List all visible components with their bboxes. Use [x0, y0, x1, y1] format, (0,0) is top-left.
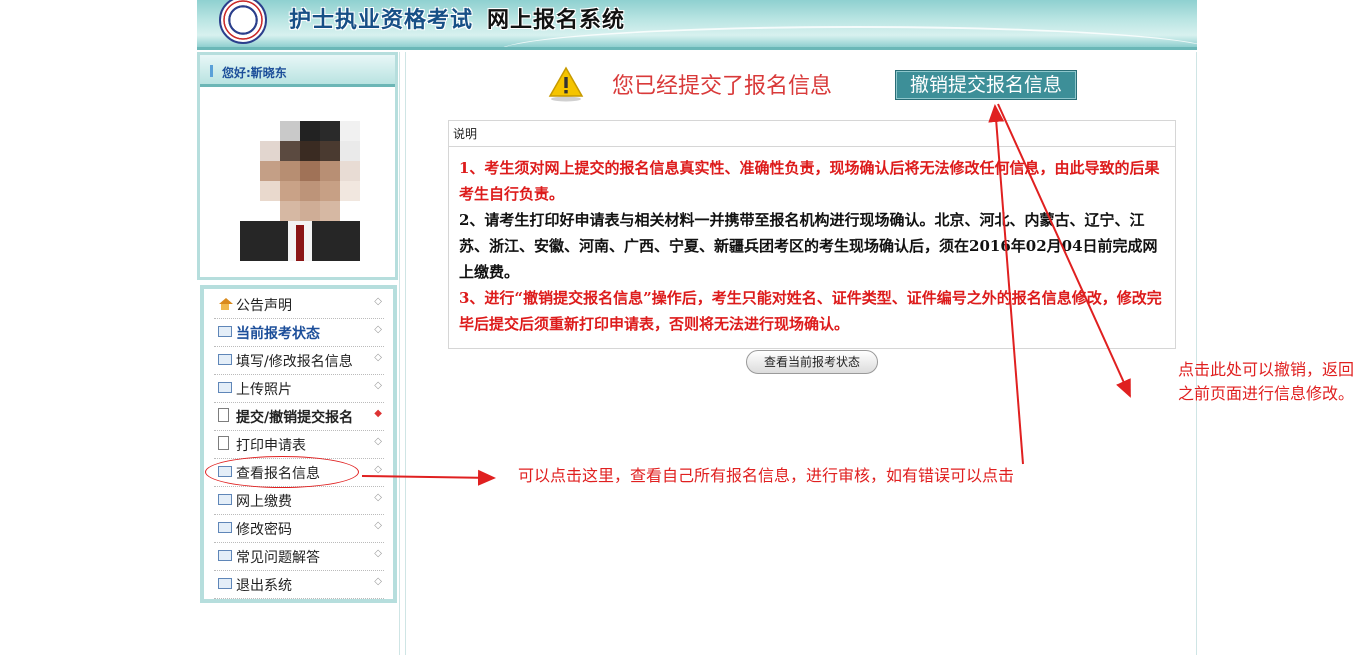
- revoke-submission-button[interactable]: 撤销提交报名信息: [895, 70, 1077, 100]
- menu-item-label: 修改密码: [236, 522, 292, 538]
- menu-item-label: 公告声明: [236, 298, 292, 314]
- menu-item-upload-photo[interactable]: 上传照片 ◇: [214, 375, 384, 403]
- chevron-right-icon: ◇: [374, 548, 382, 559]
- card-icon: [218, 550, 232, 561]
- menu-item-label: 打印申请表: [236, 438, 306, 454]
- instructions-box: 说明 1、考生须对网上提交的报名信息真实性、准确性负责，现场确认后将无法修改任何…: [448, 120, 1176, 349]
- menu-item-submit-revoke[interactable]: 提交/撤销提交报名 ◆: [214, 403, 384, 431]
- home-icon: [218, 298, 233, 310]
- user-greeting: 您好:靳晓东: [222, 66, 287, 80]
- card-icon: [218, 494, 232, 505]
- user-photo: [240, 121, 360, 261]
- menu-item-label: 网上缴费: [236, 494, 292, 510]
- menu-item-logout[interactable]: 退出系统 ◇: [214, 571, 384, 599]
- menu-item-label: 填写/修改报名信息: [236, 354, 353, 370]
- chevron-right-icon: ◇: [374, 576, 382, 587]
- document-icon: [218, 436, 229, 450]
- instructions-header: 说明: [449, 121, 1175, 147]
- warning-icon: [548, 66, 584, 102]
- side-menu: 公告声明 ◇ 当前报考状态 ◇ 填写/修改报名信息 ◇ 上传照片 ◇ 提交/撤销…: [200, 285, 397, 603]
- instructions-title: 说明: [453, 127, 478, 141]
- menu-item-label: 退出系统: [236, 578, 292, 594]
- menu-item-change-password[interactable]: 修改密码 ◇: [214, 515, 384, 543]
- menu-item-print-form[interactable]: 打印申请表 ◇: [214, 431, 384, 459]
- header-banner: 护士执业资格考试 网上报名系统: [197, 0, 1197, 50]
- menu-item-faq[interactable]: 常见问题解答 ◇: [214, 543, 384, 571]
- annotation-right: 点击此处可以撤销，返回之前页面进行信息修改。: [1178, 360, 1355, 403]
- chevron-right-icon: ◇: [374, 296, 382, 307]
- chevron-right-icon: ◇: [374, 520, 382, 531]
- menu-item-current-status[interactable]: 当前报考状态 ◇: [214, 319, 384, 347]
- highlight-circle: [205, 456, 359, 488]
- menu-item-label: 当前报考状态: [236, 326, 320, 342]
- menu-item-fill-info[interactable]: 填写/修改报名信息 ◇: [214, 347, 384, 375]
- card-icon: [218, 522, 232, 533]
- view-status-button[interactable]: 查看当前报考状态: [746, 350, 878, 374]
- user-panel: 您好:靳晓东: [197, 52, 398, 280]
- document-icon: [218, 408, 229, 422]
- card-icon: [218, 354, 232, 365]
- card-icon: [218, 578, 232, 589]
- menu-item-label: 上传照片: [236, 382, 292, 398]
- annotation-left: 可以点击这里，查看自己所有报名信息，进行审核，如有错误可以点击: [518, 466, 1015, 485]
- submitted-message: 您已经提交了报名信息: [612, 74, 833, 99]
- instruction-paragraph-2: 2、请考生打印好申请表与相关材料一并携带至报名机构进行现场确认。北京、河北、内蒙…: [459, 211, 1158, 281]
- chevron-right-icon: ◇: [374, 380, 382, 391]
- menu-item-label: 常见问题解答: [236, 550, 320, 566]
- instruction-paragraph-3: 3、进行“撤销提交报名信息”操作后，考生只能对姓名、证件类型、证件编号之外的报名…: [459, 289, 1162, 333]
- system-title: 护士执业资格考试 网上报名系统: [289, 2, 625, 34]
- chevron-right-icon: ◇: [374, 324, 382, 335]
- card-icon: [218, 326, 232, 337]
- menu-item-label: 提交/撤销提交报名: [236, 410, 354, 426]
- chevron-right-icon: ◆: [374, 408, 382, 419]
- chevron-right-icon: ◇: [374, 352, 382, 363]
- chevron-right-icon: ◇: [374, 492, 382, 503]
- user-bar: 您好:靳晓东: [200, 55, 395, 87]
- system-title-main: 护士执业资格考试: [289, 8, 474, 33]
- menu-item-announcement[interactable]: 公告声明 ◇: [214, 291, 384, 319]
- chevron-right-icon: ◇: [374, 436, 382, 447]
- menu-item-payment[interactable]: 网上缴费 ◇: [214, 487, 384, 515]
- system-title-sub: 网上报名系统: [487, 8, 626, 33]
- emblem-logo: [219, 0, 267, 44]
- chevron-right-icon: ◇: [374, 464, 382, 475]
- card-icon: [218, 382, 232, 393]
- instruction-paragraph-1: 1、考生须对网上提交的报名信息真实性、准确性负责，现场确认后将无法修改任何信息，…: [459, 159, 1160, 203]
